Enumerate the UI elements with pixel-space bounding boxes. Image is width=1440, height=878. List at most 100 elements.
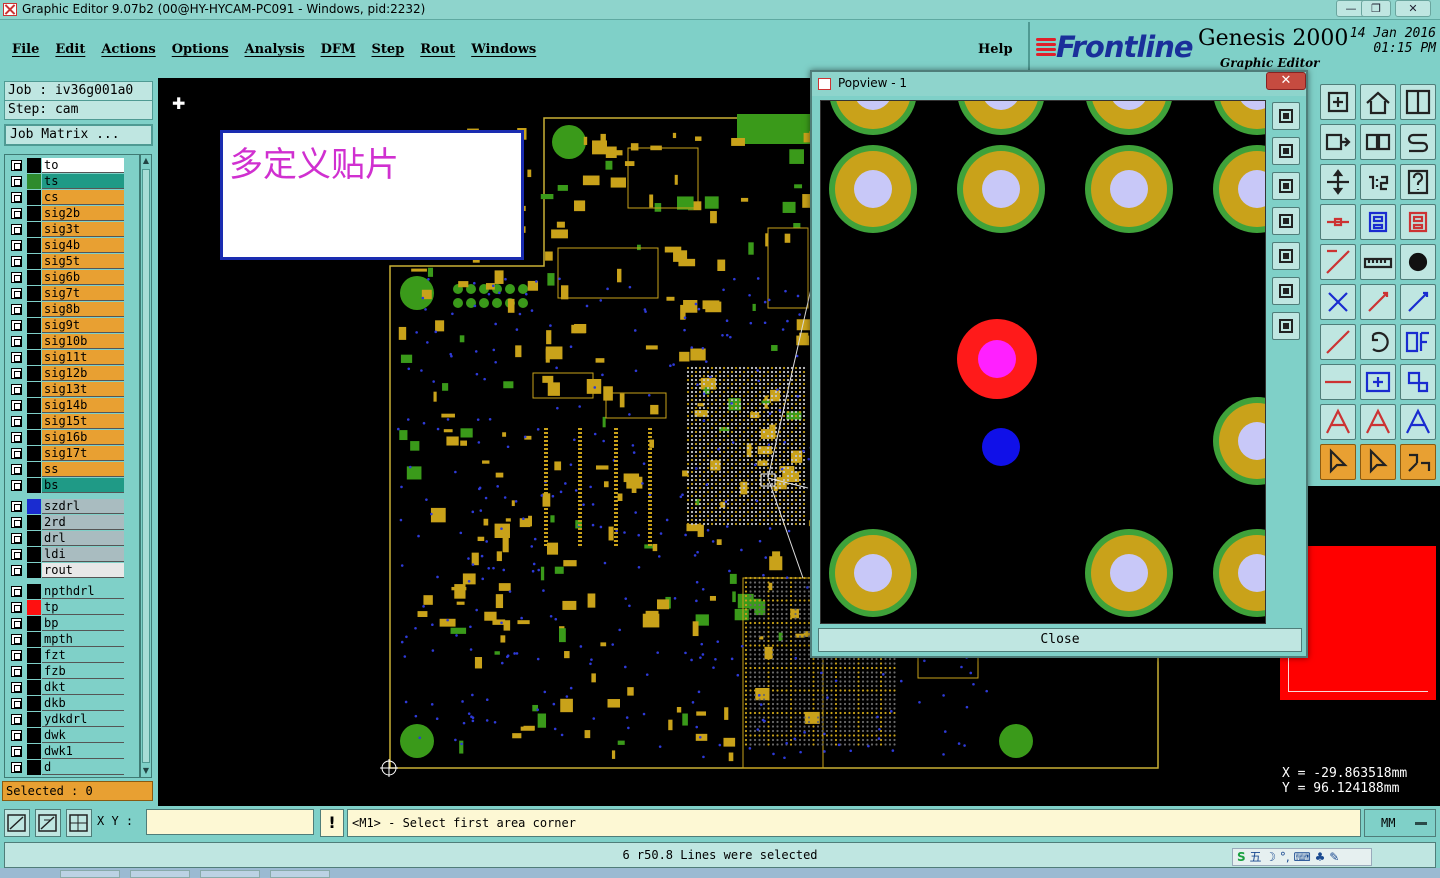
warning-icon[interactable]: ! <box>320 809 344 837</box>
text-a3-icon[interactable] <box>1400 404 1436 440</box>
layer-checkbox[interactable] <box>11 746 22 757</box>
net-select-icon[interactable] <box>1360 204 1396 240</box>
xy-input[interactable] <box>146 809 314 835</box>
maximize-button[interactable]: ❐ <box>1361 0 1391 17</box>
help-icon[interactable] <box>1400 164 1436 200</box>
select-pointer-alt-icon[interactable] <box>1360 444 1396 480</box>
layer-row-npthdrl[interactable]: npthdrl <box>7 584 127 599</box>
job-field[interactable]: Job : iv36g001a0 <box>4 81 153 101</box>
layer-row-dwk1[interactable]: dwk1 <box>7 744 127 759</box>
delete-feature-icon[interactable] <box>1320 284 1356 320</box>
layer-checkbox[interactable] <box>11 464 22 475</box>
layer-row-sig11t[interactable]: sig11t <box>7 350 127 365</box>
layer-color-swatch[interactable] <box>27 584 41 599</box>
draw-line-icon[interactable] <box>1320 244 1356 280</box>
layer-row-drl[interactable]: drl <box>7 531 127 546</box>
zoom-in-icon[interactable] <box>1320 84 1356 120</box>
popview-up-icon[interactable] <box>1272 137 1300 165</box>
layer-name[interactable]: ss <box>42 462 124 477</box>
menu-help[interactable]: Help <box>978 42 1013 57</box>
layer-checkbox[interactable] <box>11 549 22 560</box>
rotate-icon[interactable] <box>1360 324 1396 360</box>
layer-checkbox[interactable] <box>11 501 22 512</box>
layer-color-swatch[interactable] <box>27 600 41 615</box>
popview-pan-icon[interactable] <box>1272 312 1300 340</box>
layer-row-dkb[interactable]: dkb <box>7 696 127 711</box>
layer-color-swatch[interactable] <box>27 286 41 301</box>
layer-checkbox[interactable] <box>11 320 22 331</box>
layer-row-sig12b[interactable]: sig12b <box>7 366 127 381</box>
layer-checkbox[interactable] <box>11 602 22 613</box>
layer-checkbox[interactable] <box>11 698 22 709</box>
layer-name[interactable]: ts <box>42 174 124 189</box>
layer-name[interactable]: to <box>42 158 124 173</box>
layer-color-swatch[interactable] <box>27 696 41 711</box>
layer-checkbox[interactable] <box>11 160 22 171</box>
layer-color-swatch[interactable] <box>27 462 41 477</box>
layer-row-sig10b[interactable]: sig10b <box>7 334 127 349</box>
layer-row-dwk[interactable]: dwk <box>7 728 127 743</box>
popview-fit-icon[interactable] <box>1272 102 1300 130</box>
menu-windows[interactable]: Windows <box>463 42 544 57</box>
layer-color-swatch[interactable] <box>27 334 41 349</box>
snap-grid-icon[interactable] <box>66 809 92 837</box>
popview-right-icon[interactable] <box>1272 242 1300 270</box>
pan-icon[interactable] <box>1320 164 1356 200</box>
layer-name[interactable]: sig15t <box>42 414 124 429</box>
layer-row-ldi[interactable]: ldi <box>7 547 127 562</box>
layer-name[interactable]: dkb <box>42 696 124 711</box>
layer-row-sig9t[interactable]: sig9t <box>7 318 127 333</box>
layer-checkbox[interactable] <box>11 565 22 576</box>
layer-checkbox[interactable] <box>11 517 22 528</box>
layer-color-swatch[interactable] <box>27 430 41 445</box>
layer-color-swatch[interactable] <box>27 174 41 189</box>
layer-row-2rd[interactable]: 2rd <box>7 515 127 530</box>
layer-row-fzb[interactable]: fzb <box>7 664 127 679</box>
layer-color-swatch[interactable] <box>27 414 41 429</box>
layer-name[interactable]: fzb <box>42 664 124 679</box>
scale-icon[interactable] <box>1360 164 1396 200</box>
layer-name[interactable]: 2rd <box>42 515 124 530</box>
layer-row-d[interactable]: d <box>7 760 127 775</box>
layer-name[interactable]: tp <box>42 600 124 615</box>
layer-color-swatch[interactable] <box>27 563 41 578</box>
layer-name[interactable]: sig16b <box>42 430 124 445</box>
layer-checkbox[interactable] <box>11 400 22 411</box>
layer-row-sig16b[interactable]: sig16b <box>7 430 127 445</box>
layer-name[interactable]: sig3t <box>42 222 124 237</box>
layer-name[interactable]: sig14b <box>42 398 124 413</box>
layer-color-swatch[interactable] <box>27 760 41 775</box>
layer-checkbox[interactable] <box>11 682 22 693</box>
layer-checkbox[interactable] <box>11 224 22 235</box>
layer-color-swatch[interactable] <box>27 238 41 253</box>
layer-row-dkt[interactable]: dkt <box>7 680 127 695</box>
zoom-area-icon[interactable] <box>4 809 30 837</box>
layer-name[interactable]: rout <box>42 563 124 578</box>
layer-name[interactable]: sig4b <box>42 238 124 253</box>
layer-name[interactable]: sig5t <box>42 254 124 269</box>
layer-checkbox[interactable] <box>11 650 22 661</box>
layer-checkbox[interactable] <box>11 208 22 219</box>
layer-checkbox[interactable] <box>11 666 22 677</box>
mirror-icon[interactable] <box>1360 124 1396 160</box>
layer-row-sig8b[interactable]: sig8b <box>7 302 127 317</box>
layer-color-swatch[interactable] <box>27 712 41 727</box>
menu-step[interactable]: Step <box>363 42 412 57</box>
layer-checkbox[interactable] <box>11 618 22 629</box>
layer-name[interactable]: sig7t <box>42 286 124 301</box>
layer-name[interactable]: fzt <box>42 648 124 663</box>
layer-color-swatch[interactable] <box>27 318 41 333</box>
layer-checkbox[interactable] <box>11 240 22 251</box>
layer-checkbox[interactable] <box>11 714 22 725</box>
layer-color-swatch[interactable] <box>27 728 41 743</box>
layer-name[interactable]: sig17t <box>42 446 124 461</box>
layer-row-sig15t[interactable]: sig15t <box>7 414 127 429</box>
text-a-icon[interactable] <box>1320 404 1356 440</box>
layer-color-swatch[interactable] <box>27 664 41 679</box>
layer-color-swatch[interactable] <box>27 446 41 461</box>
layer-color-swatch[interactable] <box>27 366 41 381</box>
job-matrix-button[interactable]: Job Matrix ... <box>4 124 153 146</box>
layer-checkbox[interactable] <box>11 480 22 491</box>
copy-icon[interactable] <box>1400 284 1436 320</box>
layer-name[interactable]: sig9t <box>42 318 124 333</box>
